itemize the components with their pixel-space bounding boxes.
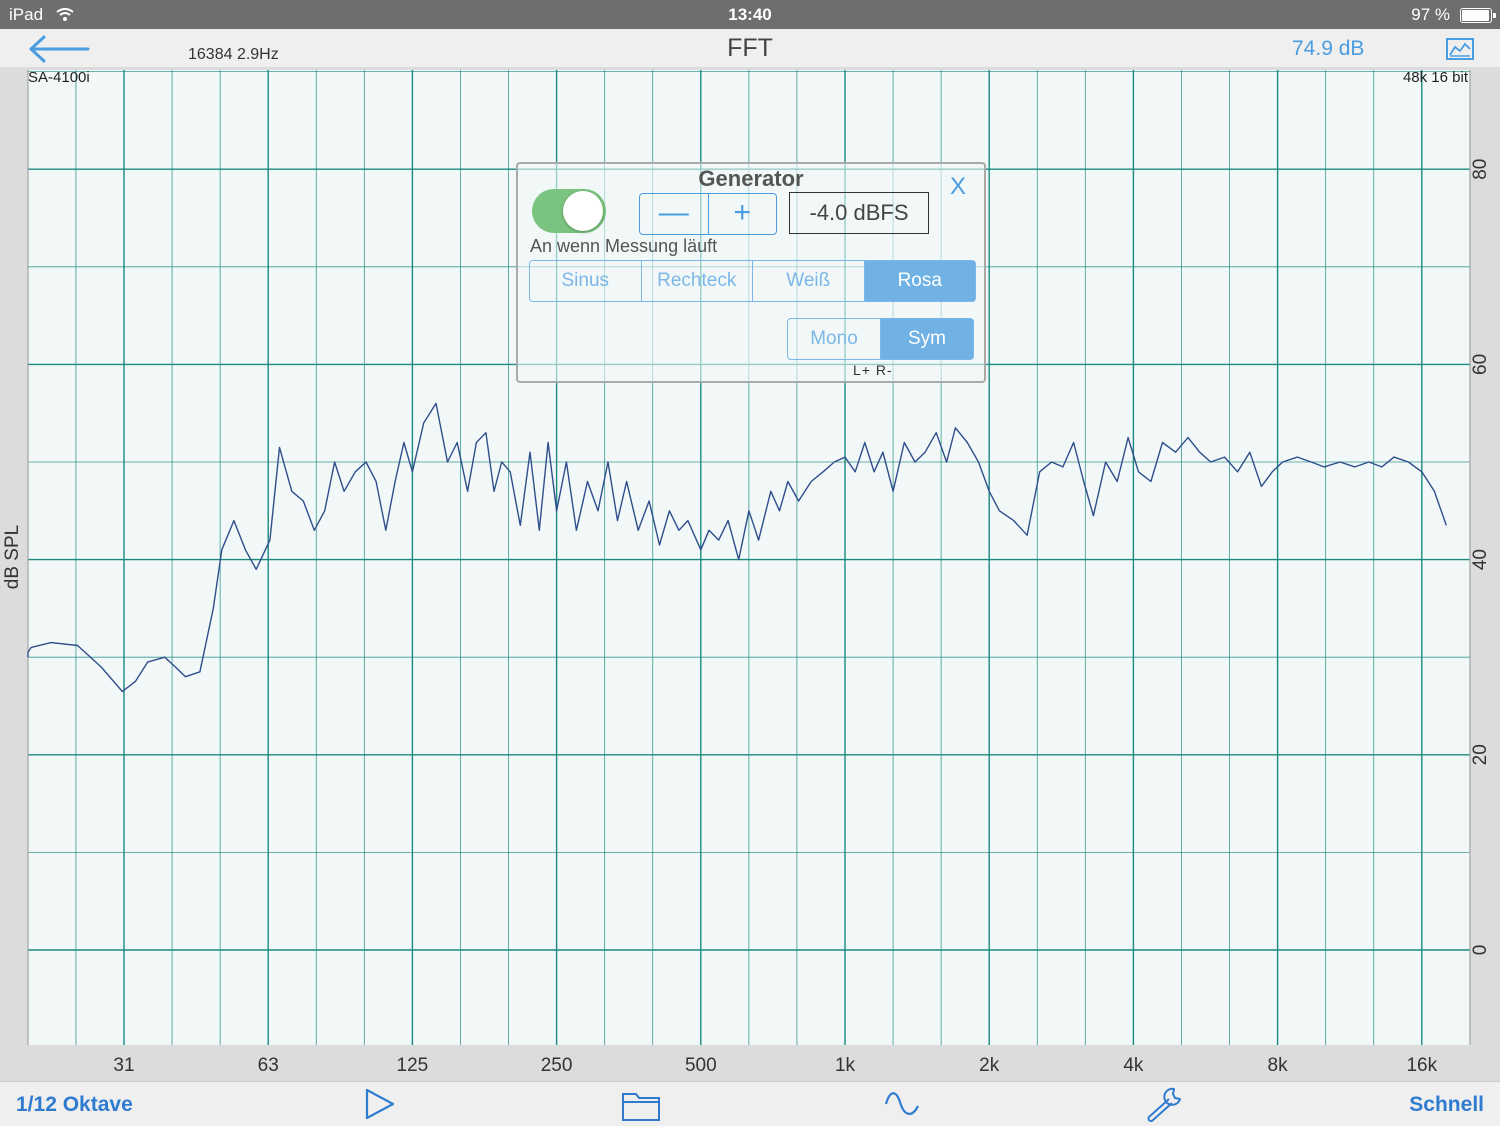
generator-level: -4.0 dBFS: [789, 192, 929, 234]
x-tick-label: 4k: [1123, 1055, 1144, 1076]
y-tick-label: 20: [1470, 744, 1491, 765]
nav-bar: 16384 2.9Hz FFT 74.9 dB: [0, 29, 1500, 67]
x-tick-label: 63: [258, 1055, 279, 1076]
y-axis-label: dB SPL: [2, 525, 23, 589]
x-tick-label: 2k: [979, 1055, 1000, 1076]
bottom-toolbar: 1/12 Oktave Schnell: [0, 1081, 1500, 1126]
waveform-sinus[interactable]: Sinus: [530, 261, 642, 301]
wrench-icon[interactable]: [1144, 1086, 1184, 1122]
generator-toggle[interactable]: [532, 189, 606, 233]
generator-title: Generator: [698, 166, 804, 191]
level-readout[interactable]: 74.9 dB: [1292, 37, 1364, 61]
back-arrow-icon[interactable]: [28, 35, 90, 63]
mode-mono[interactable]: Mono: [788, 319, 881, 359]
device-label: SA-4100i: [28, 69, 90, 86]
y-tick-label: 80: [1470, 159, 1491, 180]
y-tick-label: 40: [1470, 549, 1491, 570]
y-tick-label: 60: [1470, 354, 1491, 375]
battery-percent: 97 %: [1411, 5, 1450, 24]
level-stepper: — +: [639, 193, 777, 235]
y-tick-label: 0: [1470, 945, 1491, 956]
resolution-button[interactable]: 1/12 Oktave: [16, 1093, 133, 1117]
toggle-label: An wenn Messung läuft: [530, 236, 718, 256]
mode-sym[interactable]: Sym: [881, 319, 973, 359]
decrease-button[interactable]: —: [640, 194, 709, 234]
x-tick-label: 500: [685, 1055, 717, 1076]
x-tick-label: 8k: [1268, 1055, 1289, 1076]
x-tick-label: 250: [541, 1055, 573, 1076]
lr-polarity-label: L+ R-: [853, 362, 893, 378]
sample-rate-label: 48k 16 bit: [1402, 69, 1468, 86]
toggle-knob: [563, 191, 603, 231]
x-tick-label: 16k: [1406, 1055, 1437, 1076]
graph-icon[interactable]: [1446, 38, 1474, 60]
waveform-selector: Sinus Rechteck Weiß Rosa: [529, 260, 976, 302]
close-button[interactable]: X: [950, 173, 966, 201]
mode-selector: Mono Sym: [787, 318, 974, 360]
x-tick-label: 1k: [835, 1055, 856, 1076]
x-tick-label: 31: [113, 1055, 134, 1076]
folder-icon[interactable]: [621, 1088, 661, 1122]
waveform-weiss[interactable]: Weiß: [753, 261, 865, 301]
status-bar: iPad 13:40 97 %: [0, 0, 1500, 29]
clock: 13:40: [728, 5, 772, 24]
speed-button[interactable]: Schnell: [1409, 1093, 1484, 1117]
waveform-rechteck[interactable]: Rechteck: [642, 261, 753, 301]
x-tick-label: 125: [397, 1055, 429, 1076]
increase-button[interactable]: +: [709, 194, 777, 234]
battery-icon: [1460, 8, 1496, 23]
waveform-icon[interactable]: [884, 1088, 920, 1120]
play-icon[interactable]: [364, 1088, 396, 1120]
waveform-rosa[interactable]: Rosa: [864, 261, 975, 301]
fft-info: 16384 2.9Hz: [188, 46, 279, 63]
generator-panel: Generator X An wenn Messung läuft — + -4…: [516, 162, 986, 383]
